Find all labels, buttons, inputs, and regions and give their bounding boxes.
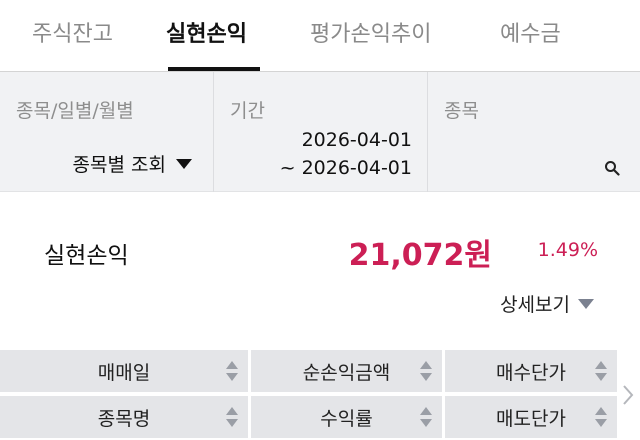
- header-sell-price[interactable]: 매도단가: [445, 396, 617, 438]
- header-trade-date[interactable]: 매매일: [0, 350, 248, 392]
- header-stock-name[interactable]: 종목명: [0, 396, 248, 438]
- view-type-value: 종목별 조회: [72, 154, 166, 176]
- tab-deposit[interactable]: 예수금: [500, 16, 561, 48]
- chevron-right-icon[interactable]: [620, 380, 636, 410]
- sort-icon: [595, 406, 607, 428]
- stock-filter[interactable]: 종목: [427, 72, 640, 192]
- realized-pnl-amount: 21,072원: [348, 238, 492, 273]
- active-tab-indicator: [168, 67, 260, 71]
- period-range[interactable]: 2026-04-01 ~ 2026-04-01: [280, 126, 412, 182]
- stock-label: 종목: [444, 100, 479, 122]
- caret-down-icon: [578, 298, 594, 309]
- realized-pnl-label: 실현손익: [44, 243, 129, 269]
- realized-pnl-rate: 1.49%: [537, 239, 598, 261]
- view-type-filter[interactable]: 종목/일별/월별 종목별 조회: [0, 72, 212, 192]
- filter-panel: 종목/일별/월별 종목별 조회 기간 2026-04-01 ~ 2026-04-…: [0, 72, 640, 192]
- view-type-select[interactable]: 종목별 조회: [73, 150, 192, 177]
- sort-icon: [226, 360, 238, 382]
- header-return-rate[interactable]: 수익률: [251, 396, 442, 438]
- period-filter[interactable]: 기간 2026-04-01 ~ 2026-04-01: [213, 72, 426, 192]
- header-net-profit[interactable]: 순손익금액: [251, 350, 442, 392]
- sort-icon: [420, 406, 432, 428]
- detail-view-button[interactable]: 상세보기: [500, 290, 594, 317]
- sort-icon: [595, 360, 607, 382]
- search-icon[interactable]: [604, 160, 620, 176]
- tab-stock-balance[interactable]: 주식잔고: [32, 16, 113, 48]
- period-end-date: ~ 2026-04-01: [279, 157, 412, 179]
- period-start-date: 2026-04-01: [301, 129, 412, 151]
- period-label: 기간: [230, 100, 265, 122]
- tab-valuation-trend[interactable]: 평가손익추이: [310, 16, 431, 48]
- tab-realized-pnl[interactable]: 실현손익: [166, 16, 247, 48]
- caret-down-icon: [176, 158, 192, 169]
- sort-icon: [420, 360, 432, 382]
- view-type-label: 종목/일별/월별: [16, 100, 134, 122]
- detail-view-label: 상세보기: [500, 294, 570, 316]
- table-header: 매매일 순손익금액 매수단가 종목명 수익률 매도단가: [0, 350, 640, 440]
- sort-icon: [226, 406, 238, 428]
- header-buy-price[interactable]: 매수단가: [445, 350, 617, 392]
- tab-bar: 주식잔고 실현손익 평가손익추이 예수금: [0, 0, 640, 72]
